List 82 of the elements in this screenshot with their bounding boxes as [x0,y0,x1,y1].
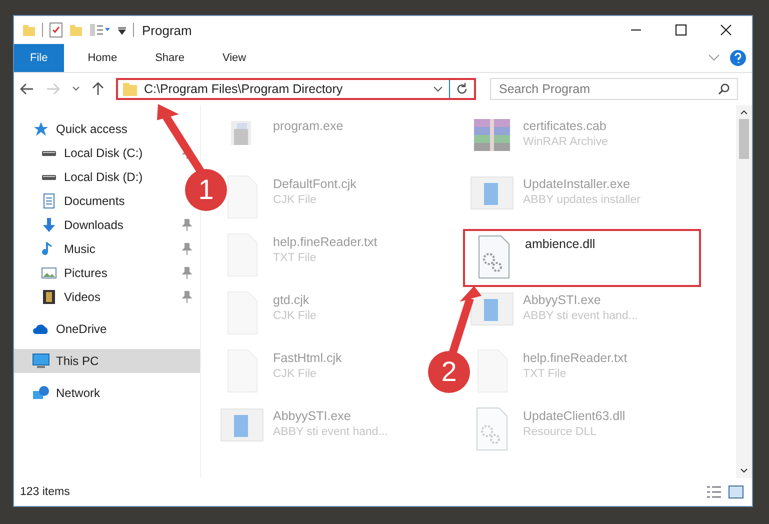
dropdown-caret-icon[interactable] [433,86,443,92]
window-icon [470,291,514,327]
nav-item[interactable]: Local Disk (C:) [14,141,149,165]
back-arrow-icon[interactable] [20,83,34,95]
file-name: program.exe [273,119,344,133]
file-name: help.fineReader.txt [273,235,378,249]
recent-caret-icon[interactable] [72,86,80,92]
drive-icon [41,150,57,156]
customize-caret-icon[interactable] [117,25,127,35]
file-type: CJK File [273,194,318,206]
file-name: certificates.cab [523,119,608,133]
file-name: gtd.cjk [273,293,310,307]
refresh-icon[interactable] [456,83,468,95]
file-type: WinRAR Archive [523,136,608,148]
selected-file-item[interactable]: ambience.dll [463,229,701,287]
folder-icon [22,23,36,37]
file-name: help.fineReader.txt [523,351,628,365]
help-icon[interactable] [730,50,746,66]
ribbon-tab[interactable]: View [208,44,260,72]
chevron-down-icon[interactable] [708,54,720,62]
pin-icon[interactable] [182,243,192,255]
window-icon [470,175,514,211]
nav-item[interactable]: Videos [14,285,106,309]
nav-item[interactable]: Local Disk (D:) [14,165,149,189]
folder-icon [69,23,83,37]
nav-item[interactable]: OneDrive [14,317,113,341]
gear-file-icon [477,235,511,279]
close-icon[interactable] [720,24,732,36]
file-name: AbbyySTI.exe [273,409,352,423]
file-type: ABBY sti event hand... [523,310,638,322]
nav-item[interactable]: Pictures [14,261,114,285]
nav-item[interactable]: Documents [14,189,131,213]
star-icon [33,121,49,137]
pin-icon[interactable] [182,267,192,279]
monitor-icon [32,353,50,369]
file-name: DefaultFont.cjk [273,177,356,191]
file-type: ABBY sti event hand... [273,426,388,438]
nav-item[interactable]: Music [14,237,102,261]
picture-icon [41,265,57,281]
checklist-icon [49,22,63,38]
cloud-icon [32,323,50,335]
scrollbar[interactable] [736,105,752,478]
scroll-down-icon[interactable] [740,468,748,474]
ribbon-tab[interactable]: Share [141,44,198,72]
blank-file-icon [225,175,259,219]
download-arrow-icon [41,217,57,233]
nav-item[interactable]: Quick access [14,117,134,141]
scrollbar-thumb[interactable] [739,119,749,159]
file-type: CJK File [273,368,318,380]
file-name: UpdateInstaller.exe [523,177,632,191]
large-icons-view-icon[interactable] [728,485,744,499]
file-name: AbbyySTI.exe [523,293,602,307]
window-title: Program [142,22,193,38]
file-name: ambience.dll [525,237,596,251]
maximize-icon[interactable] [675,24,687,36]
file-type: ABBY updates installer [523,194,640,206]
gear-file-icon [475,407,509,451]
nav-item[interactable]: This PC [14,349,200,373]
ribbon-tab[interactable]: Home [74,44,132,72]
film-icon [41,289,57,305]
window-icon [220,407,264,443]
nav-item[interactable]: Network [14,381,106,405]
file-name: FastHtml.cjk [273,351,342,365]
pin-icon[interactable] [182,219,192,231]
drive-icon [41,174,57,180]
folder-icon [122,81,138,97]
up-arrow-icon[interactable] [92,82,104,96]
item-count: 123 items [20,486,70,498]
file-name: UpdateClient63.dll [523,409,626,423]
pin-icon[interactable] [182,291,192,303]
file-type: TXT File [273,252,318,264]
ribbon-tab[interactable]: File [14,44,64,72]
document-icon [41,193,57,209]
file-type: Resource DLL [523,426,598,438]
search-field[interactable]: Search Program [490,78,738,100]
nav-item[interactable]: Downloads [14,213,130,237]
file-type: CJK File [273,310,316,322]
scroll-up-icon[interactable] [740,109,748,115]
address-bar[interactable]: C:\Program Files\Program Directory [116,78,476,100]
file-type: TXT File [523,368,568,380]
details-view-icon[interactable] [706,485,722,499]
properties-dropdown-icon[interactable] [89,23,111,37]
